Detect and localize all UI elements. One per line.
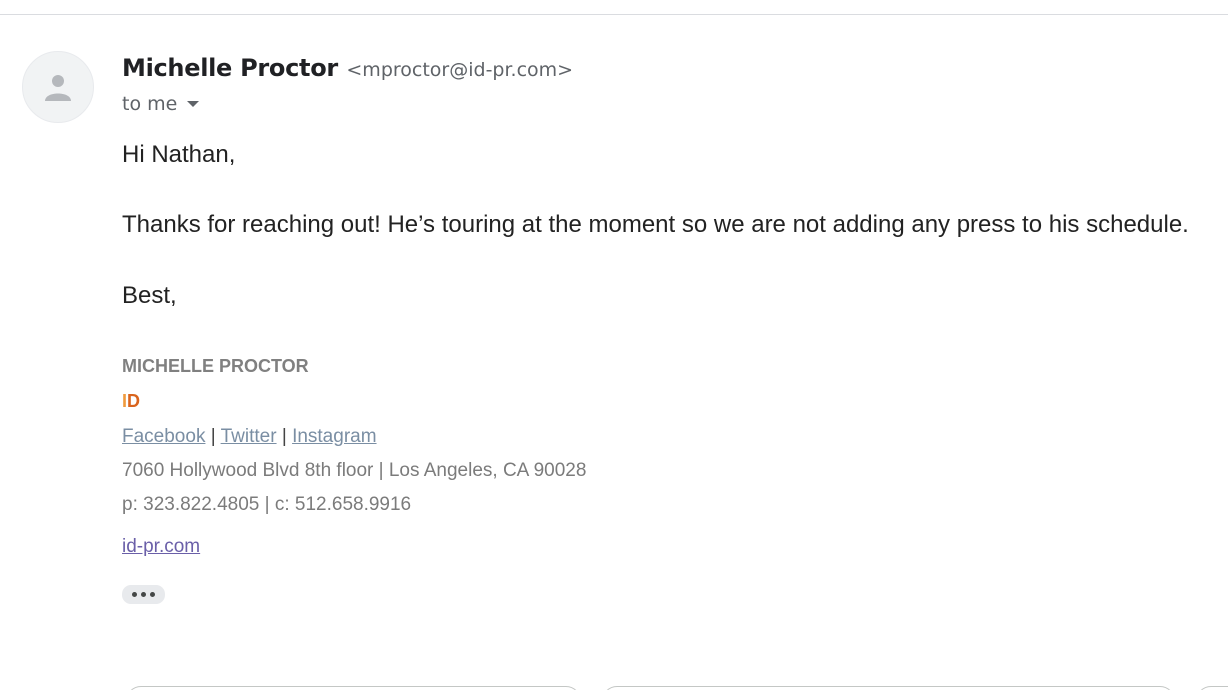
- person-icon: [45, 75, 71, 101]
- instagram-link[interactable]: Instagram: [292, 426, 376, 447]
- forward-button[interactable]: [602, 686, 1175, 690]
- signature-phones: p: 323.822.4805 | c: 512.658.9916: [122, 494, 412, 515]
- header-divider: [0, 14, 1228, 15]
- facebook-link[interactable]: Facebook: [122, 426, 205, 447]
- company-letter-d: D: [127, 391, 141, 411]
- greeting: Hi Nathan,: [122, 141, 236, 168]
- website-link[interactable]: id-pr.com: [122, 536, 200, 557]
- email-message-view: Michelle Proctor <mproctor@id-pr.com> to…: [0, 0, 1228, 690]
- reaction-button[interactable]: [1196, 686, 1228, 690]
- social-links: Facebook | Twitter | Instagram: [122, 426, 377, 448]
- twitter-link[interactable]: Twitter: [221, 426, 277, 447]
- sender-avatar[interactable]: [22, 51, 94, 123]
- signature-address: 7060 Hollywood Blvd 8th floor | Los Ange…: [122, 460, 587, 481]
- sender-name[interactable]: Michelle Proctor: [122, 54, 338, 82]
- more-dots-icon: [132, 592, 155, 597]
- link-separator: |: [281, 426, 287, 447]
- website-line: id-pr.com: [122, 536, 200, 558]
- reply-button[interactable]: [126, 686, 581, 690]
- sender-email: <mproctor@id-pr.com>: [346, 59, 574, 81]
- caret-down-icon[interactable]: [187, 101, 200, 107]
- recipient-label: to me: [122, 93, 178, 115]
- closing: Best,: [122, 282, 177, 309]
- recipient-details-toggle[interactable]: to me: [122, 93, 200, 115]
- message-body: Thanks for reaching out! He’s touring at…: [122, 211, 1189, 238]
- signature-name: MICHELLE PROCTOR: [122, 356, 309, 376]
- show-trimmed-content-button[interactable]: [122, 585, 165, 604]
- signature-company-logo: ID: [122, 391, 140, 412]
- sender-line: Michelle Proctor <mproctor@id-pr.com>: [122, 54, 573, 82]
- link-separator: |: [210, 426, 216, 447]
